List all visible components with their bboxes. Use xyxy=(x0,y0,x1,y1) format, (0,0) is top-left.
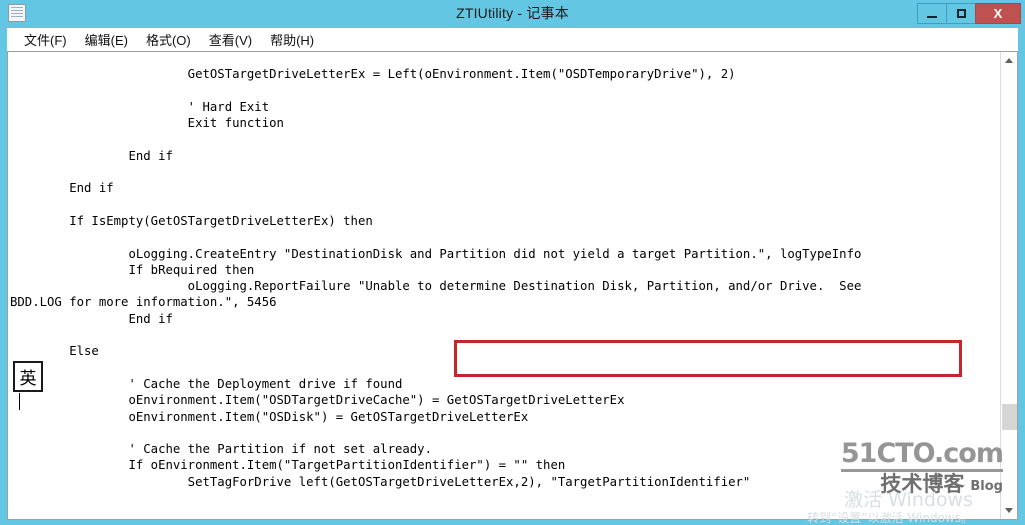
vertical-scrollbar[interactable] xyxy=(1000,52,1017,519)
text-editor-area[interactable]: GetOSTargetDriveLetterEx = Left(oEnviron… xyxy=(8,52,1001,519)
minimize-icon xyxy=(927,15,937,18)
minimize-button[interactable] xyxy=(917,3,947,24)
editor-content[interactable]: GetOSTargetDriveLetterEx = Left(oEnviron… xyxy=(10,66,861,490)
text-caret xyxy=(19,393,20,410)
window-controls: X xyxy=(917,3,1021,24)
editor-frame: GetOSTargetDriveLetterEx = Left(oEnviron… xyxy=(7,51,1018,520)
notepad-window: ZTIUtility - 记事本 X 文件(F) 编辑(E) 格式(O) 查看(… xyxy=(0,0,1025,525)
menu-file[interactable]: 文件(F) xyxy=(15,28,76,52)
menu-edit[interactable]: 编辑(E) xyxy=(76,28,137,52)
scroll-down-icon[interactable] xyxy=(1001,502,1017,519)
close-button[interactable]: X xyxy=(975,3,1021,24)
menu-format[interactable]: 格式(O) xyxy=(137,28,200,52)
scrollbar-thumb[interactable] xyxy=(1002,404,1017,430)
window-title: ZTIUtility - 记事本 xyxy=(456,5,569,21)
menu-bar: 文件(F) 编辑(E) 格式(O) 查看(V) 帮助(H) xyxy=(7,28,1018,51)
menu-help[interactable]: 帮助(H) xyxy=(261,28,323,52)
title-bar: ZTIUtility - 记事本 X xyxy=(0,0,1025,26)
menu-view[interactable]: 查看(V) xyxy=(200,28,261,52)
maximize-icon xyxy=(956,9,966,18)
ime-indicator[interactable]: 英 xyxy=(13,361,43,392)
scroll-up-icon[interactable] xyxy=(1001,52,1017,69)
maximize-button[interactable] xyxy=(946,3,976,24)
